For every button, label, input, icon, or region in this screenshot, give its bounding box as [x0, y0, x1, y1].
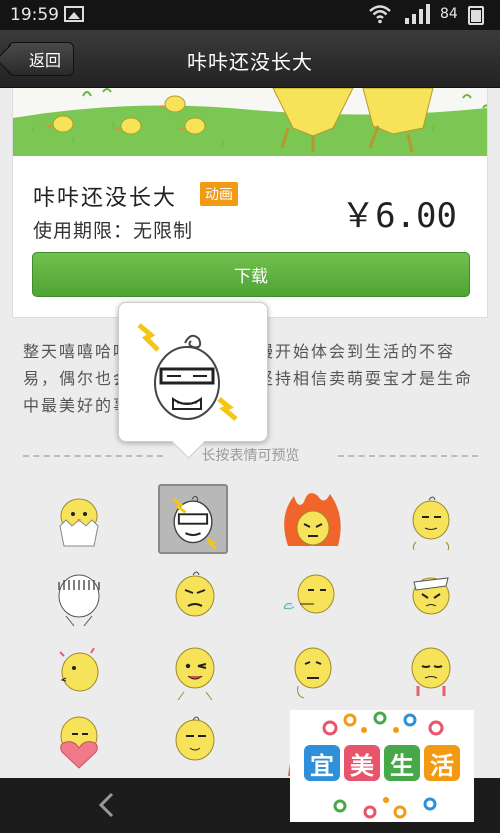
- preview-hint: 长按表情可预览: [201, 448, 300, 464]
- watermark-char: 生: [384, 745, 420, 781]
- sticker-angry-goggles[interactable]: [158, 484, 228, 554]
- watermark-char: 宜: [304, 745, 340, 781]
- sticker-cheeky-chick[interactable]: [160, 706, 230, 776]
- sticker-hurt-chick[interactable]: [396, 560, 466, 630]
- back-arrow-icon[interactable]: [92, 790, 122, 820]
- sticker-fire-angry[interactable]: [278, 486, 348, 556]
- battery-level: 84: [440, 6, 458, 22]
- sticker-heart-chick[interactable]: [44, 706, 114, 776]
- sticker-gloomy-chick[interactable]: [44, 560, 114, 630]
- gallery-icon: [64, 6, 84, 22]
- watermark-logo: 宜 美 生 活: [290, 710, 474, 822]
- title-bar: 返回 咔咔还没长大: [0, 30, 500, 88]
- sticker-pack-name: 咔咔还没长大: [33, 186, 178, 211]
- page-title: 咔咔还没长大: [187, 50, 313, 74]
- watermark-text: 宜 美 生 活: [304, 745, 460, 781]
- sticker-hatching-chick[interactable]: [44, 486, 114, 556]
- sticker-side-chick[interactable]: [44, 634, 114, 704]
- sticker-sneezing-chick[interactable]: [278, 560, 348, 630]
- sticker-smug-chick[interactable]: [396, 486, 466, 556]
- watermark-char: 美: [344, 745, 380, 781]
- sticker-preview-popup: [118, 302, 268, 442]
- signal-icon: [405, 4, 430, 24]
- price-label: ￥6.00: [341, 196, 457, 236]
- product-card: 咔咔还没长大 动画 使用期限：无限制 ￥6.00 下载: [12, 88, 488, 318]
- product-banner-image: [13, 88, 487, 156]
- status-time: 19:59: [10, 5, 59, 25]
- sticker-sad-chick[interactable]: [396, 634, 466, 704]
- wifi-icon: [369, 5, 391, 24]
- battery-icon: [468, 6, 484, 25]
- preview-hint-divider: 长按表情可预览: [23, 445, 478, 465]
- status-bar: 19:59 84: [0, 0, 500, 30]
- animated-badge: 动画: [200, 182, 238, 206]
- preview-sticker-image: [137, 323, 238, 421]
- sticker-wink-chick[interactable]: [160, 634, 230, 704]
- usage-period: 使用期限：无限制: [33, 220, 194, 242]
- watermark-char: 活: [424, 745, 460, 781]
- download-button[interactable]: 下载: [32, 252, 470, 297]
- sticker-worried-chick[interactable]: [278, 634, 348, 704]
- sticker-frowning-chick[interactable]: [160, 560, 230, 630]
